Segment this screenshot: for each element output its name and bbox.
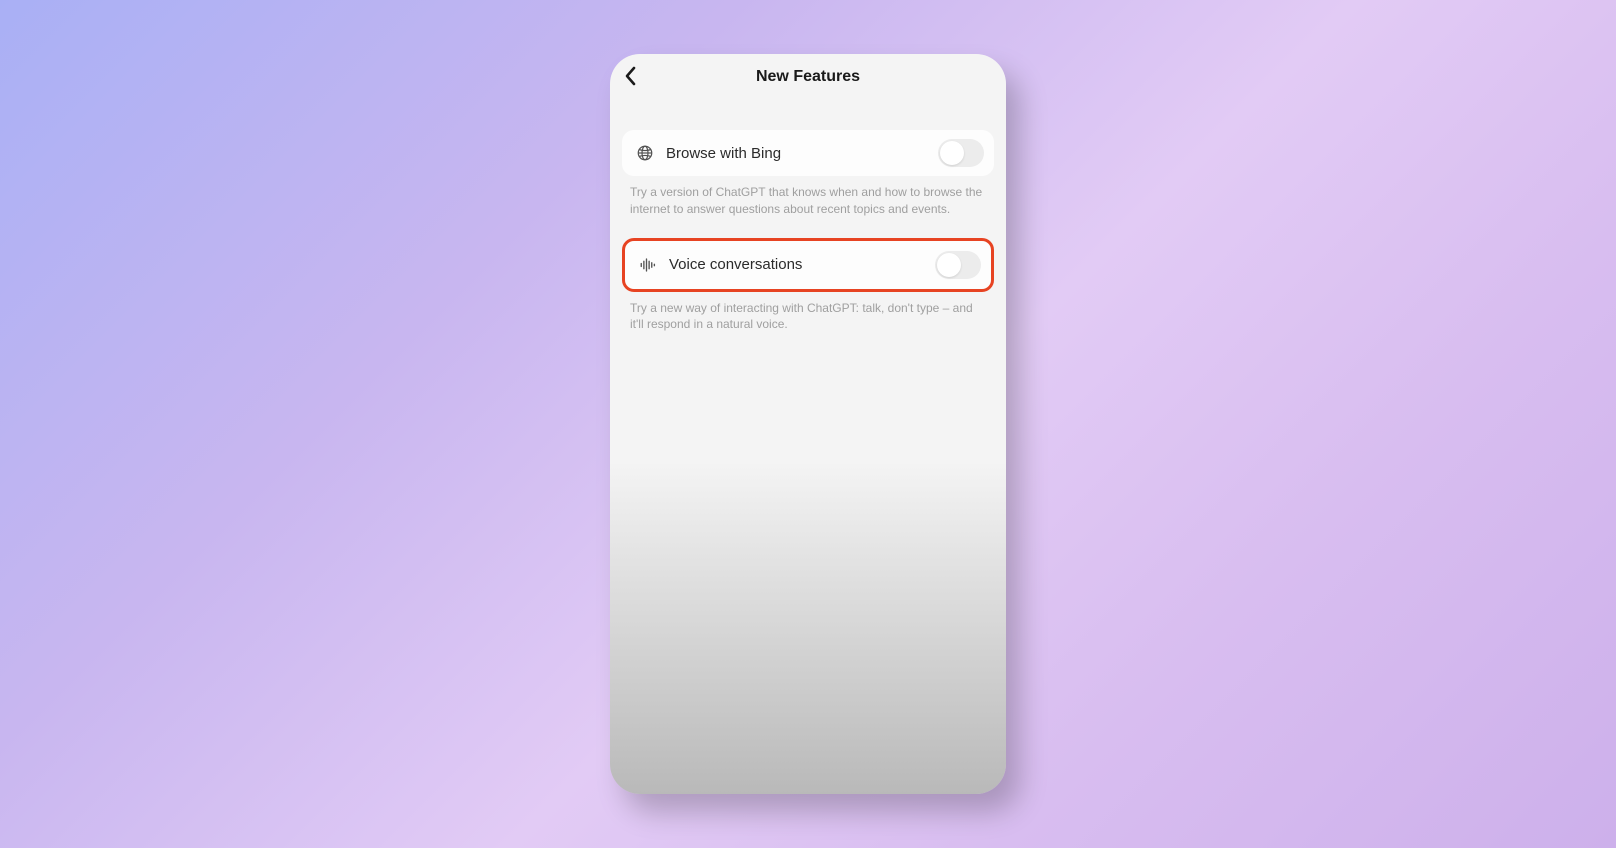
- header: New Features: [610, 54, 1006, 100]
- feature-browse-bing: Browse with Bing Try a version of ChatGP…: [622, 130, 994, 218]
- feature-voice-conversations: Voice conversations Try a new way of int…: [622, 238, 994, 334]
- sound-wave-icon: [637, 256, 659, 274]
- toggle-browse-bing[interactable]: [938, 139, 984, 167]
- feature-description: Try a version of ChatGPT that knows when…: [622, 176, 994, 218]
- feature-label: Browse with Bing: [666, 145, 938, 162]
- back-button[interactable]: [624, 66, 638, 91]
- page-title: New Features: [756, 68, 860, 86]
- feature-description: Try a new way of interacting with ChatGP…: [622, 292, 994, 334]
- content: Browse with Bing Try a version of ChatGP…: [610, 100, 1006, 333]
- feature-label: Voice conversations: [669, 256, 935, 273]
- toggle-voice-conversations[interactable]: [935, 251, 981, 279]
- feature-row[interactable]: Voice conversations: [622, 238, 994, 292]
- chevron-left-icon: [624, 66, 638, 86]
- feature-row[interactable]: Browse with Bing: [622, 130, 994, 176]
- phone-frame: New Features Browse with Bing Try a vers…: [610, 54, 1006, 794]
- globe-icon: [634, 144, 656, 162]
